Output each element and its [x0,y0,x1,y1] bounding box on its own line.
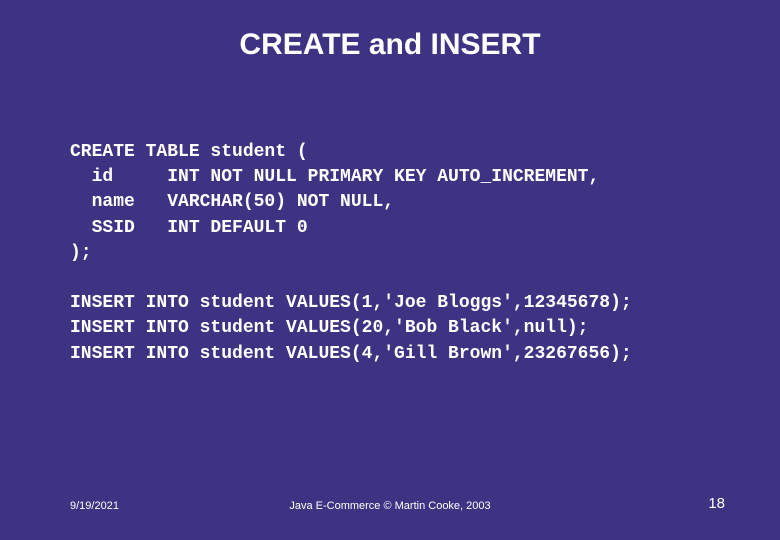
footer-copyright: Java E-Commerce © Martin Cooke, 2003 [0,500,780,512]
slide: CREATE and INSERT CREATE TABLE student (… [0,0,780,540]
slide-title: CREATE and INSERT [0,28,780,62]
code-block: CREATE TABLE student ( id INT NOT NULL P… [70,140,632,367]
footer-page-number: 18 [708,495,725,512]
